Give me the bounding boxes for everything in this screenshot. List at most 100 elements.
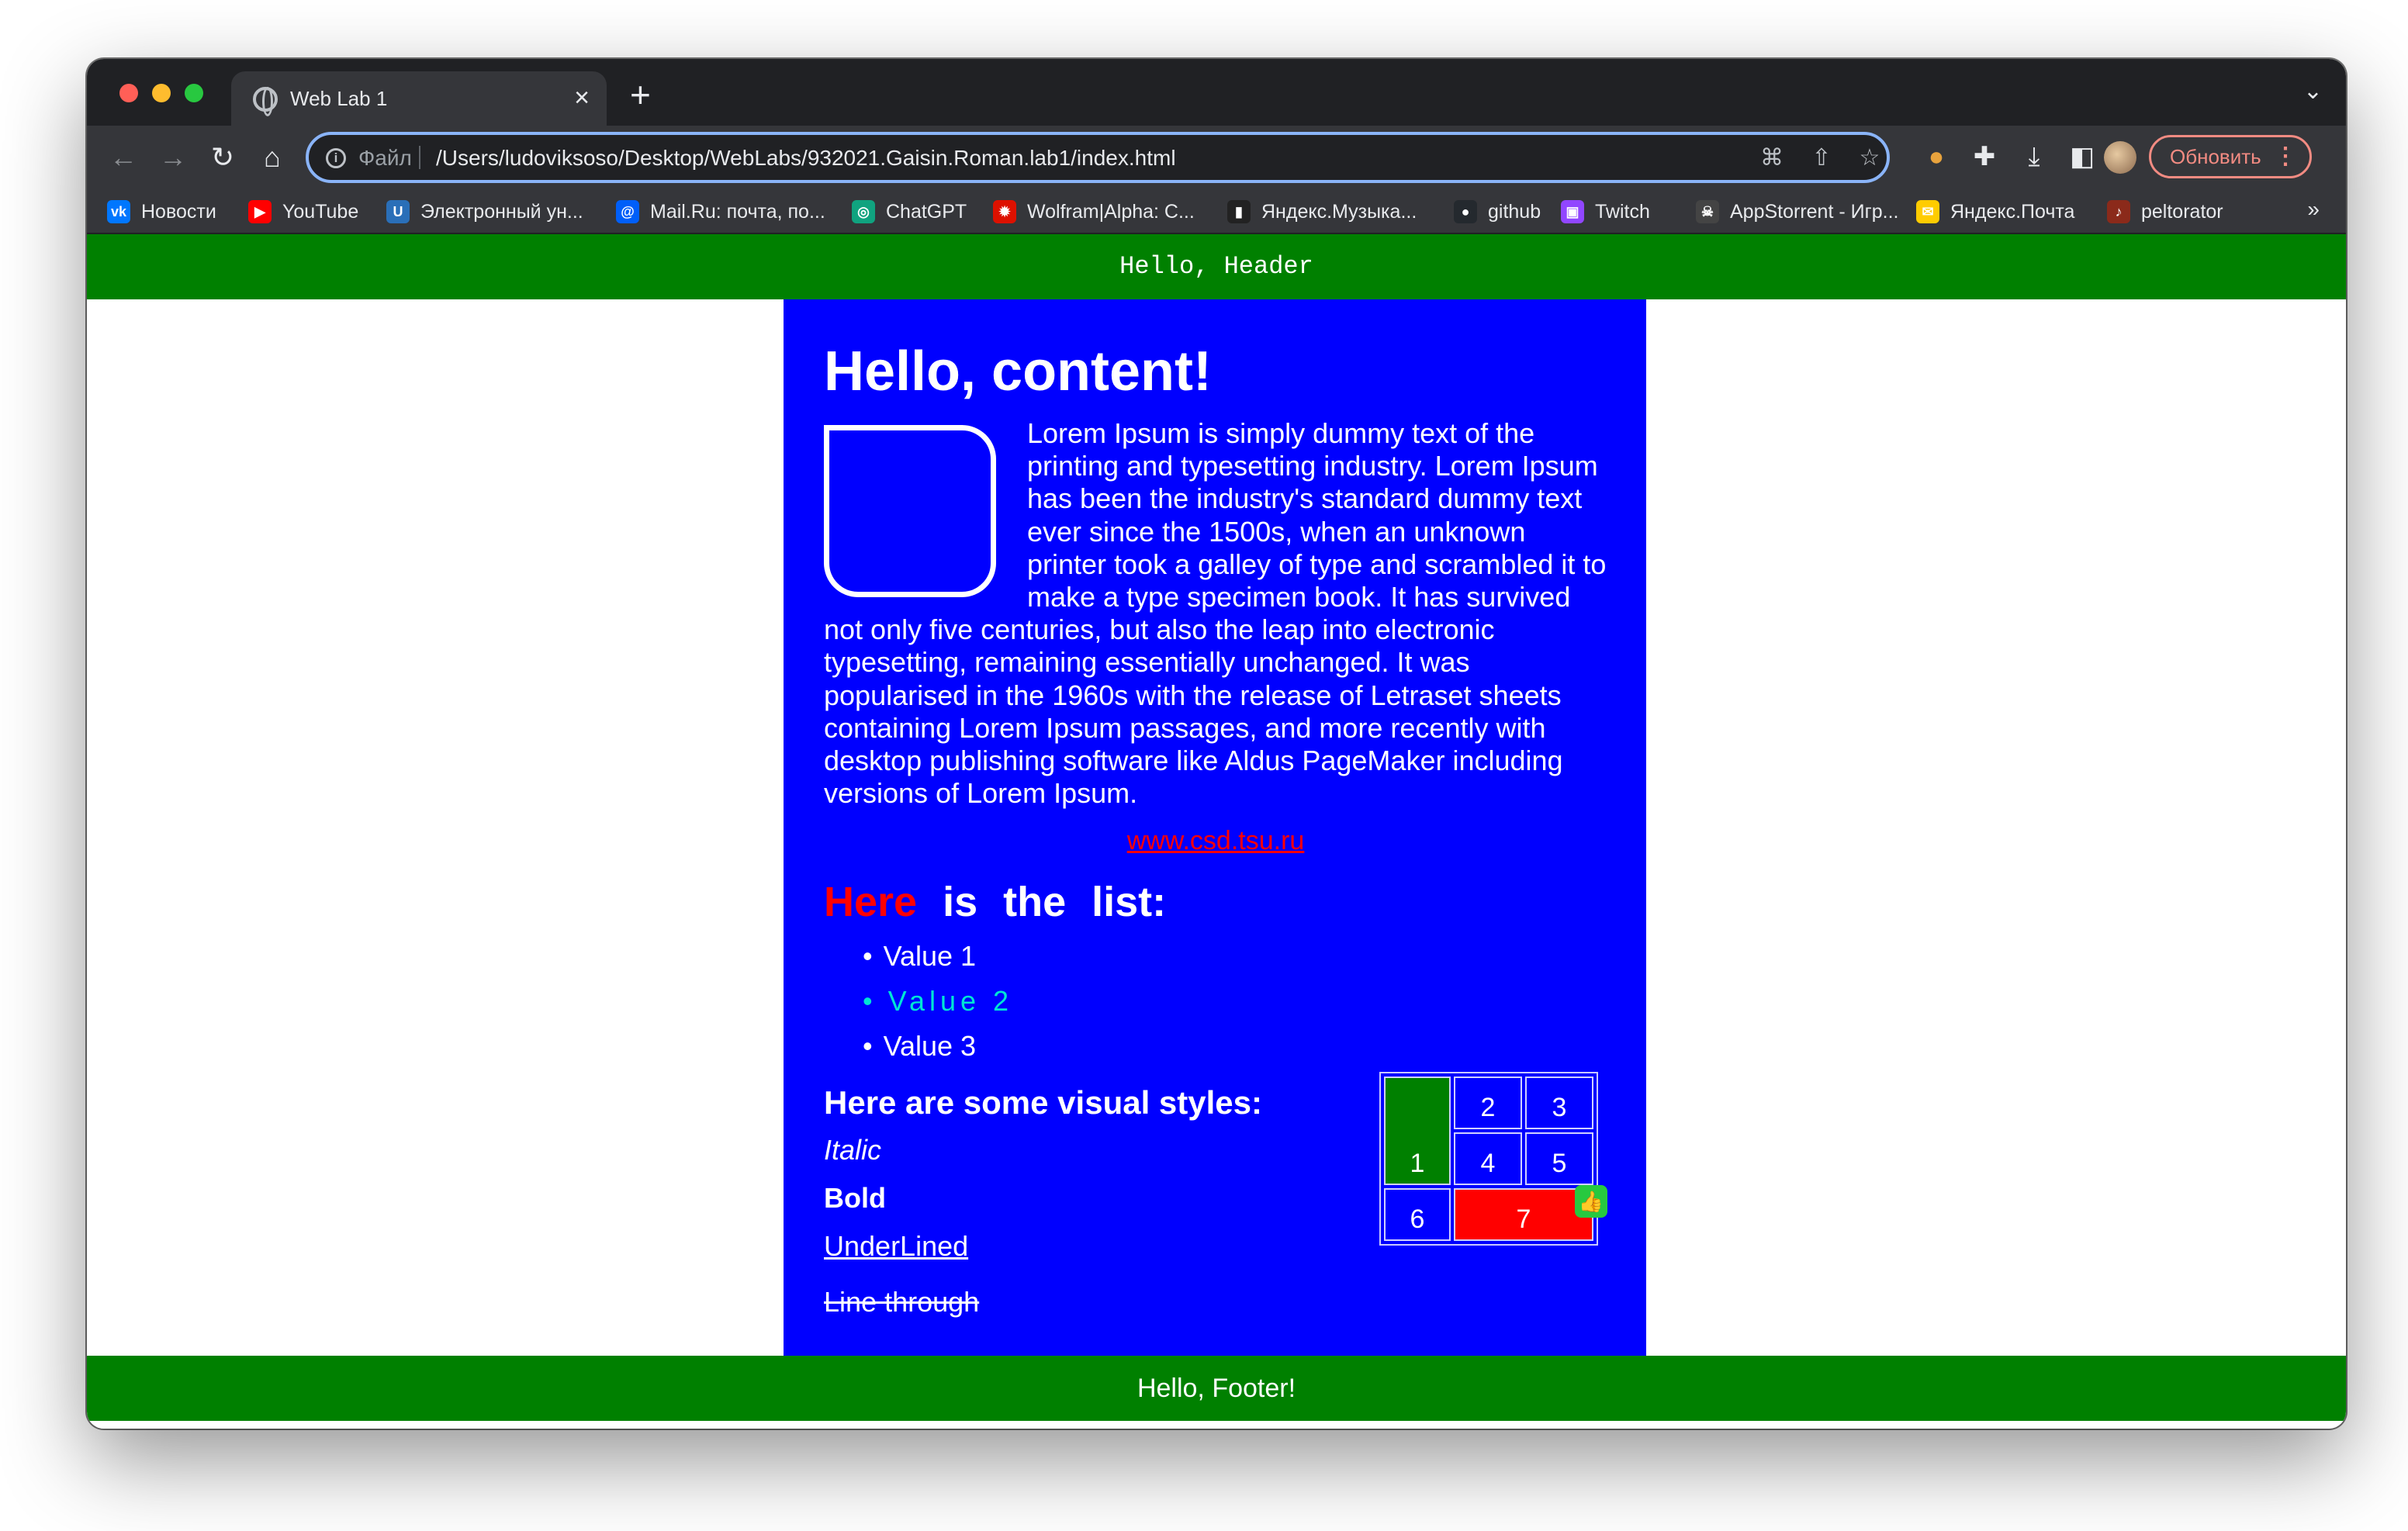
page-header: Hello, Header — [87, 234, 2346, 299]
list-item-text: Value 1 — [883, 940, 977, 973]
bookmark-label: AppStorrent - Игр... — [1730, 200, 1899, 223]
csd-link[interactable]: www.csd.tsu.ru — [824, 825, 1607, 856]
tab-strip: Web Lab 1 × + ⌄ — [87, 59, 2346, 126]
back-button[interactable]: ← — [102, 137, 144, 178]
reload-button[interactable]: ↻ — [202, 137, 244, 178]
bookmark-6[interactable]: ▮ Яндекс.Музыка... — [1227, 199, 1417, 225]
bookmark-4[interactable]: ◎ ChatGPT — [852, 199, 967, 225]
bookmark-label: peltorator — [2141, 200, 2223, 223]
line-through-text: Line through — [824, 1286, 980, 1318]
address-bar[interactable]: i Файл /Users/ludoviksoso/Desktop/WebLab… — [306, 132, 1890, 183]
globe-icon — [253, 87, 278, 116]
bookmark-9[interactable]: ☠ AppStorrent - Игр... — [1696, 199, 1898, 225]
maximize-window-button[interactable] — [185, 84, 203, 102]
bullet: • — [863, 985, 877, 1018]
download-icon[interactable]: ⤓ — [2017, 140, 2051, 174]
bookmark-label: Электронный ун... — [420, 200, 583, 223]
list-item: • Value 2 — [863, 979, 1607, 1024]
bookmark-3[interactable]: @ Mail.Ru: почта, по... — [616, 199, 825, 225]
bookmark-10[interactable]: ✉ Яндекс.Почта — [1916, 199, 2074, 225]
table-cell-6: 6 — [1384, 1188, 1451, 1241]
extension-bear-icon[interactable]: ● — [1919, 140, 1953, 174]
university-icon: U — [386, 200, 410, 223]
bookmark-label: Wolfram|Alpha: C... — [1027, 200, 1195, 223]
content-title: Hello, content! — [824, 340, 1212, 403]
bookmark-0[interactable]: vk Новости — [107, 199, 216, 225]
update-button-label: Обновить — [2170, 145, 2261, 168]
bookmarks-bar: vk Новости ▶ YouTube U Электронный ун...… — [87, 189, 2346, 234]
table-cell-5: 5 — [1525, 1132, 1593, 1185]
translate-icon[interactable]: ⌘ — [1758, 144, 1786, 172]
list-item-text: Value 2 — [887, 985, 1014, 1018]
bookmark-1[interactable]: ▶ YouTube — [248, 199, 358, 225]
list-item: • Value 3 — [863, 1024, 1607, 1069]
update-button[interactable]: Обновить ⋮ — [2149, 135, 2312, 178]
twitch-icon: ▣ — [1561, 200, 1584, 223]
table-cell-3: 3 — [1525, 1077, 1593, 1129]
yandex-mail-icon: ✉ — [1916, 200, 1939, 223]
bookmark-5[interactable]: ✹ Wolfram|Alpha: C... — [993, 199, 1195, 225]
table-cell-1: 1 — [1384, 1077, 1451, 1185]
github-icon: ● — [1454, 200, 1477, 223]
side-panel-icon[interactable]: ◧ — [2065, 140, 2099, 174]
list-title-highlight: Here — [824, 879, 918, 926]
tab-title: Web Lab 1 — [290, 87, 388, 110]
wolfram-icon: ✹ — [993, 200, 1016, 223]
bookmark-2[interactable]: U Электронный ун... — [386, 199, 583, 225]
bookmark-star-icon[interactable]: ☆ — [1856, 144, 1884, 172]
bookmark-label: Яндекс.Музыка... — [1261, 200, 1417, 223]
merged-cells-table: 1 2 3 4 5 6 7 — [1379, 1072, 1598, 1246]
bookmark-label: Twitch — [1595, 200, 1650, 223]
thumbs-up-icon: 👍 — [1575, 1185, 1607, 1218]
extensions-puzzle-icon[interactable]: ✚ — [1967, 140, 2001, 174]
new-tab-button[interactable]: + — [630, 73, 651, 116]
profile-avatar[interactable] — [2104, 141, 2136, 174]
bookmark-8[interactable]: ▣ Twitch — [1561, 199, 1650, 225]
youtube-icon: ▶ — [248, 200, 272, 223]
table-cell-7: 7 — [1454, 1188, 1593, 1241]
peltorator-icon: ♪ — [2107, 200, 2130, 223]
minimize-window-button[interactable] — [152, 84, 171, 102]
bookmark-label: github — [1488, 200, 1541, 223]
tab-web-lab-1[interactable]: Web Lab 1 × — [231, 71, 607, 126]
home-button[interactable]: ⌂ — [251, 137, 293, 178]
browser-window: Web Lab 1 × + ⌄ ← → ↻ ⌂ i Файл /Users/lu… — [87, 59, 2346, 1429]
forward-button[interactable]: → — [152, 137, 194, 178]
bookmark-label: ChatGPT — [886, 200, 967, 223]
decorative-box — [824, 425, 996, 597]
page-footer: Hello, Footer! — [87, 1356, 2346, 1421]
bookmark-label: Новости — [141, 200, 216, 223]
mailru-icon: @ — [616, 200, 639, 223]
page-viewport: Hello, Header Hello, content! Lorem Ipsu… — [87, 234, 2346, 1429]
info-icon[interactable]: i — [326, 148, 346, 168]
share-icon[interactable]: ⇧ — [1808, 144, 1835, 172]
chatgpt-icon: ◎ — [852, 200, 875, 223]
more-menu-icon[interactable]: ⋮ — [2274, 137, 2297, 176]
content-section: Hello, content! Lorem Ipsum is simply du… — [784, 299, 1646, 1356]
close-window-button[interactable] — [119, 84, 138, 102]
table-cell-4: 4 — [1454, 1132, 1522, 1185]
bookmark-label: YouTube — [282, 200, 359, 223]
bookmarks-overflow-icon[interactable]: » — [2307, 197, 2320, 222]
browser-toolbar: ← → ↻ ⌂ i Файл /Users/ludoviksoso/Deskto… — [87, 126, 2346, 189]
appstorrent-icon: ☠ — [1696, 200, 1719, 223]
bullet: • — [863, 1030, 873, 1063]
value-list: • Value 1 • Value 2 • Value 3 — [824, 934, 1607, 1069]
table-cell-2: 2 — [1454, 1077, 1522, 1129]
yandex-music-icon: ▮ — [1227, 200, 1251, 223]
omnibox-divider — [419, 146, 420, 169]
list-title: Here is the list: — [824, 876, 1607, 928]
tab-close-icon[interactable]: × — [574, 82, 590, 113]
scheme-label: Файл — [358, 146, 412, 170]
bullet: • — [863, 940, 873, 973]
tab-search-icon[interactable]: ⌄ — [2303, 78, 2323, 105]
vk-icon: vk — [107, 200, 130, 223]
list-title-text: is the list: — [943, 879, 1167, 926]
list-item: • Value 1 — [863, 934, 1607, 979]
list-item-text: Value 3 — [883, 1030, 977, 1063]
bookmark-11[interactable]: ♪ peltorator — [2107, 199, 2223, 225]
url-text[interactable]: /Users/ludoviksoso/Desktop/WebLabs/93202… — [436, 146, 1176, 171]
bookmark-label: Яндекс.Почта — [1950, 200, 2075, 223]
bookmark-7[interactable]: ● github — [1454, 199, 1541, 225]
bookmark-label: Mail.Ru: почта, по... — [650, 200, 825, 223]
